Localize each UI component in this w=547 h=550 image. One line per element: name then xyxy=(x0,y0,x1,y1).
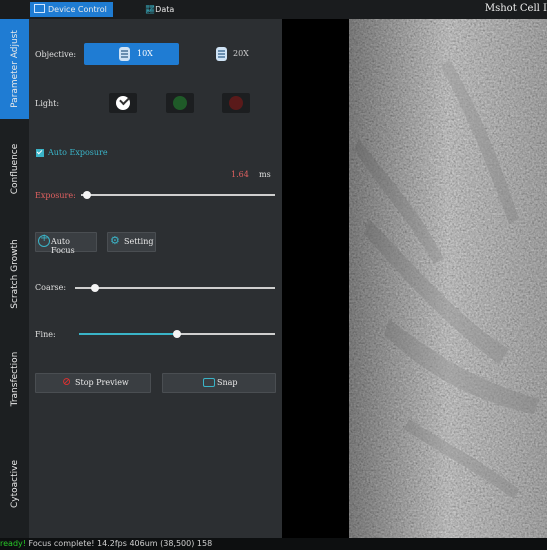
cell-image xyxy=(349,19,547,538)
snap-button[interactable]: Snap xyxy=(162,373,276,393)
checkmark-icon xyxy=(119,94,130,106)
snap-label: Snap xyxy=(217,378,238,387)
exposure-value: 1.64 xyxy=(231,170,249,179)
status-bar: ready! Focus complete! 14.2fps 406um (38… xyxy=(0,538,547,550)
gear-icon: ⚙ xyxy=(110,234,120,247)
monitor-icon xyxy=(34,4,45,13)
tab-device-control-label: Device Control xyxy=(48,5,107,14)
light-white-button[interactable] xyxy=(109,93,137,113)
status-ready: ready! xyxy=(0,539,26,548)
status-message: Focus complete! 14.2fps 406um (38,500) 1… xyxy=(28,539,213,548)
light-red-indicator xyxy=(229,96,243,110)
side-tab-label: Transfection xyxy=(9,351,20,407)
plus-circle-icon xyxy=(38,233,50,247)
exposure-label: Exposure: xyxy=(35,191,76,200)
exposure-slider[interactable] xyxy=(81,191,275,199)
coarse-label: Coarse: xyxy=(35,283,67,292)
objective-lens-icon xyxy=(216,47,227,61)
exposure-slider-handle[interactable] xyxy=(82,191,91,199)
auto-exposure-label: Auto Exposure xyxy=(48,148,108,157)
fine-label: Fine: xyxy=(35,330,56,339)
stop-preview-button[interactable]: ⊘ Stop Preview xyxy=(35,373,151,393)
objective-label: Objective: xyxy=(35,50,77,59)
side-tab-cytoactive[interactable]: Cytoactive xyxy=(0,429,29,538)
camera-off-icon: ⊘ xyxy=(62,375,72,388)
coarse-slider[interactable] xyxy=(75,284,275,292)
side-tab-transfection[interactable]: Transfection xyxy=(0,329,29,429)
objective-20x-button[interactable]: 20X xyxy=(211,43,261,65)
light-label: Light: xyxy=(35,99,60,108)
tab-data-label: Data xyxy=(155,5,175,14)
objective-lens-icon xyxy=(119,47,130,61)
side-tab-label: Confluence xyxy=(9,143,20,195)
chart-icon: 📈︎ xyxy=(145,5,156,14)
light-green-indicator xyxy=(173,96,187,110)
side-tab-label: Scratch Growth xyxy=(9,239,20,309)
auto-exposure-checkbox[interactable] xyxy=(36,149,44,157)
microscope-live-view[interactable] xyxy=(349,19,547,538)
setting-label: Setting xyxy=(124,237,154,246)
light-red-button[interactable] xyxy=(222,93,250,113)
side-tab-bar: Parameter Adjust Confluence Scratch Grow… xyxy=(0,19,29,538)
objective-10x-button[interactable]: 10X xyxy=(84,43,179,65)
side-tab-scratch-growth[interactable]: Scratch Growth xyxy=(0,219,29,329)
app-title: Mshot Cell I xyxy=(484,3,547,14)
stop-preview-label: Stop Preview xyxy=(75,378,129,387)
side-tab-label: Cytoactive xyxy=(9,459,20,508)
viewer-border xyxy=(282,19,349,538)
fine-slider-handle[interactable] xyxy=(173,330,181,338)
auto-focus-label: Auto Focus xyxy=(51,237,75,255)
coarse-slider-handle[interactable] xyxy=(91,284,99,292)
tab-data[interactable]: 📈︎Data xyxy=(141,2,180,17)
parameter-panel: Objective: 10X 20X Light: Auto Exposure … xyxy=(29,19,282,538)
light-green-button[interactable] xyxy=(166,93,194,113)
setting-button[interactable]: ⚙ Setting xyxy=(107,232,156,252)
objective-20x-label: 20X xyxy=(233,49,249,58)
side-tab-confluence[interactable]: Confluence xyxy=(0,119,29,219)
fine-slider[interactable] xyxy=(79,330,275,338)
side-tab-parameter-adjust[interactable]: Parameter Adjust xyxy=(0,19,29,119)
objective-10x-label: 10X xyxy=(137,49,153,58)
auto-focus-button[interactable]: Auto Focus xyxy=(35,232,97,255)
light-white-indicator xyxy=(116,94,130,110)
side-tab-label: Parameter Adjust xyxy=(9,30,20,108)
tab-device-control[interactable]: Device Control xyxy=(30,2,113,17)
camera-icon xyxy=(203,378,215,387)
fine-slider-fill xyxy=(79,333,177,335)
exposure-unit: ms xyxy=(259,170,271,179)
top-bar: Device Control 📈︎Data Mshot Cell I xyxy=(0,0,547,19)
